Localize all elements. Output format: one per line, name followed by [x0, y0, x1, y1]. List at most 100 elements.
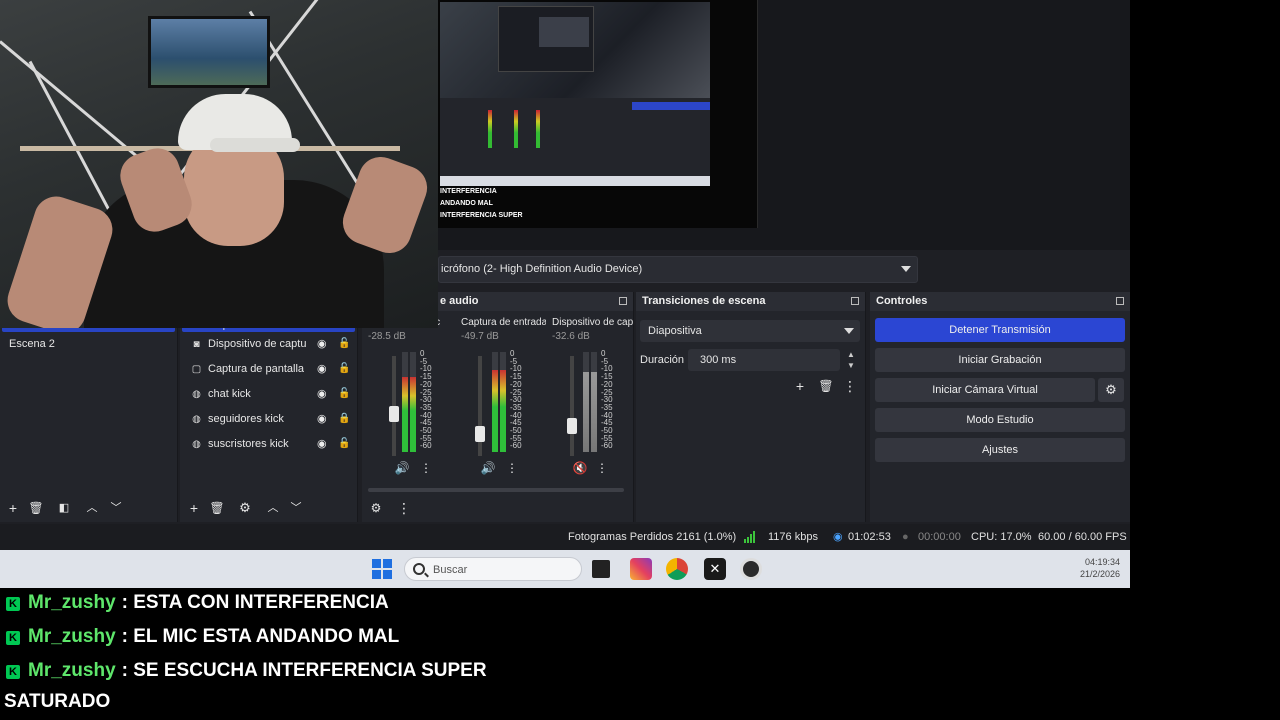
preview-area[interactable]: INTERFERENCIA ANDANDO MAL INTERFERENCIA …	[438, 0, 1130, 250]
chrome-icon[interactable]	[666, 558, 688, 580]
fps: 60.00 / 60.00 FPS	[1038, 531, 1127, 543]
webcam-overlay	[0, 0, 438, 328]
add-icon[interactable]: +	[792, 378, 808, 394]
add-icon[interactable]: +	[5, 500, 21, 516]
globe-icon: ◍	[192, 389, 201, 400]
chat-message: K Mr_zushy: EL MIC ESTA ANDANDO MAL	[6, 626, 399, 648]
source-item[interactable]: ◍ seguidores kick ◉ 🔒	[180, 407, 357, 432]
volume-slider-knob[interactable]	[389, 406, 399, 422]
recording-icon: ●	[902, 531, 909, 543]
move-down-icon[interactable]: ﹀	[288, 500, 304, 516]
channel-db: -28.5 dB	[368, 331, 406, 342]
start-recording-button[interactable]: Iniciar Grabación	[875, 348, 1125, 372]
transitions-dock: Transiciones de escena Diapositiva Durac…	[636, 292, 866, 522]
volume-slider-knob[interactable]	[475, 426, 485, 442]
unlock-icon[interactable]: 🔓	[338, 363, 350, 375]
more-options-icon[interactable]: ⋮	[396, 500, 412, 516]
level-meter	[500, 352, 506, 452]
volume-slider[interactable]	[389, 356, 399, 456]
preview-canvas: INTERFERENCIA ANDANDO MAL INTERFERENCIA …	[438, 0, 758, 228]
preview-overlay-line: INTERFERENCIA SUPER	[440, 212, 523, 219]
move-up-icon[interactable]: ︿	[84, 500, 100, 516]
unlock-icon[interactable]: 🔓	[338, 388, 350, 400]
more-options-icon[interactable]: ⋮	[504, 460, 520, 476]
move-up-icon[interactable]: ︿	[265, 500, 281, 516]
controls-dock: Controles Detener Transmisión Iniciar Gr…	[870, 292, 1130, 522]
source-label: Dispositivo de captu	[208, 338, 307, 350]
audio-source-select[interactable]: icrófono (2- High Definition Audio Devic…	[438, 256, 918, 283]
kick-icon: K	[6, 665, 20, 679]
meter-tick-label: -60	[510, 441, 522, 451]
duration-stepper[interactable]: ▲ ▼	[844, 349, 858, 371]
undock-icon[interactable]	[1116, 297, 1124, 305]
muted-speaker-icon[interactable]: 🔇	[572, 460, 588, 476]
settings-button[interactable]: Ajustes	[875, 438, 1125, 462]
duration-label: Duración	[640, 354, 685, 366]
controls-header: Controles	[870, 292, 1130, 311]
preview-overlay-line: ANDANDO MAL	[440, 200, 493, 207]
filter-icon[interactable]: ◧	[56, 500, 72, 516]
move-down-icon[interactable]: ﹀	[108, 500, 124, 516]
channel-db: -32.6 dB	[552, 331, 590, 342]
duration-input[interactable]: 300 ms	[688, 349, 840, 371]
stop-stream-button[interactable]: Detener Transmisión	[875, 318, 1125, 342]
gear-icon[interactable]: ⚙	[237, 500, 253, 516]
sources-dock: Captura de entrada ◙ Dispositivo de capt…	[180, 320, 358, 522]
transition-value: Diapositiva	[648, 325, 702, 337]
search-icon	[413, 563, 425, 575]
unlock-icon[interactable]: 🔓	[338, 338, 350, 350]
taskbar-clock: 04:19:34 21/2/2026	[1060, 556, 1120, 580]
more-options-icon[interactable]: ⋮	[594, 460, 610, 476]
bitrate: 1176 kbps	[768, 531, 818, 543]
eye-icon[interactable]: ◉	[317, 438, 329, 450]
more-options-icon[interactable]: ⋮	[842, 378, 858, 394]
clock-time: 04:19:34	[1084, 557, 1120, 567]
task-view-icon[interactable]	[592, 560, 610, 578]
mixer-scrollbar[interactable]	[368, 488, 624, 492]
mixer-toolbar: ⚙ ⋮	[362, 494, 633, 522]
source-item[interactable]: ▢ Captura de pantalla ◉ 🔓	[180, 357, 357, 382]
chevron-down-icon	[844, 328, 854, 334]
eye-icon[interactable]: ◉	[317, 363, 329, 375]
dropped-frames: Fotogramas Perdidos 2161 (1.0%)	[568, 531, 737, 543]
volume-slider[interactable]	[475, 356, 485, 456]
studio-mode-button[interactable]: Modo Estudio	[875, 408, 1125, 432]
cpu-usage: CPU: 17.0%	[971, 531, 1032, 543]
trash-icon[interactable]: 🗑	[28, 500, 44, 516]
obs-icon[interactable]	[740, 558, 762, 580]
virtual-camera-settings-button[interactable]: ⚙	[1098, 378, 1124, 402]
volume-slider[interactable]	[567, 356, 577, 456]
mixer-channel: oric -28.5 dB 0-5-10-15-20-25-30-35-40-4…	[368, 316, 456, 486]
chat-message: K Mr_zushy: ESTA CON INTERFERENCIA	[6, 592, 389, 614]
more-options-icon[interactable]: ⋮	[418, 460, 434, 476]
channel-db: -49.7 dB	[461, 331, 499, 342]
undock-icon[interactable]	[619, 297, 627, 305]
volume-slider-knob[interactable]	[567, 418, 577, 434]
eye-icon[interactable]: ◉	[317, 338, 329, 350]
trash-icon[interactable]: 🗑	[818, 378, 834, 394]
level-meter	[591, 352, 597, 452]
transitions-header: Transiciones de escena	[636, 292, 865, 311]
volume-icon[interactable]: 🔊	[394, 460, 410, 476]
volume-icon[interactable]: 🔊	[480, 460, 496, 476]
kick-icon: K	[6, 597, 20, 611]
trash-icon[interactable]: 🗑	[209, 500, 225, 516]
virtual-camera-button[interactable]: Iniciar Cámara Virtual	[875, 378, 1095, 402]
eye-icon[interactable]: ◉	[317, 388, 329, 400]
source-item[interactable]: ◍ chat kick ◉ 🔓	[180, 382, 357, 407]
transition-select[interactable]: Diapositiva	[640, 320, 860, 342]
unlock-icon[interactable]: 🔓	[338, 438, 350, 450]
windows-start-icon[interactable]	[372, 559, 392, 579]
source-item[interactable]: ◙ Dispositivo de captu ◉ 🔓	[180, 332, 357, 357]
undock-icon[interactable]	[851, 297, 859, 305]
source-item[interactable]: ◍ suscristores kick ◉ 🔓	[180, 432, 357, 457]
audio-source-label: icrófono (2- High Definition Audio Devic…	[441, 263, 643, 275]
capcut-icon[interactable]: ✕	[704, 558, 726, 580]
gear-icon[interactable]: ⚙	[368, 500, 384, 516]
lock-icon[interactable]: 🔒	[338, 413, 350, 425]
eye-icon[interactable]: ◉	[317, 413, 329, 425]
taskbar-search[interactable]: Buscar	[404, 557, 582, 581]
scene-item[interactable]: Escena 2	[0, 332, 177, 356]
instagram-icon[interactable]	[630, 558, 652, 580]
add-icon[interactable]: +	[186, 500, 202, 516]
